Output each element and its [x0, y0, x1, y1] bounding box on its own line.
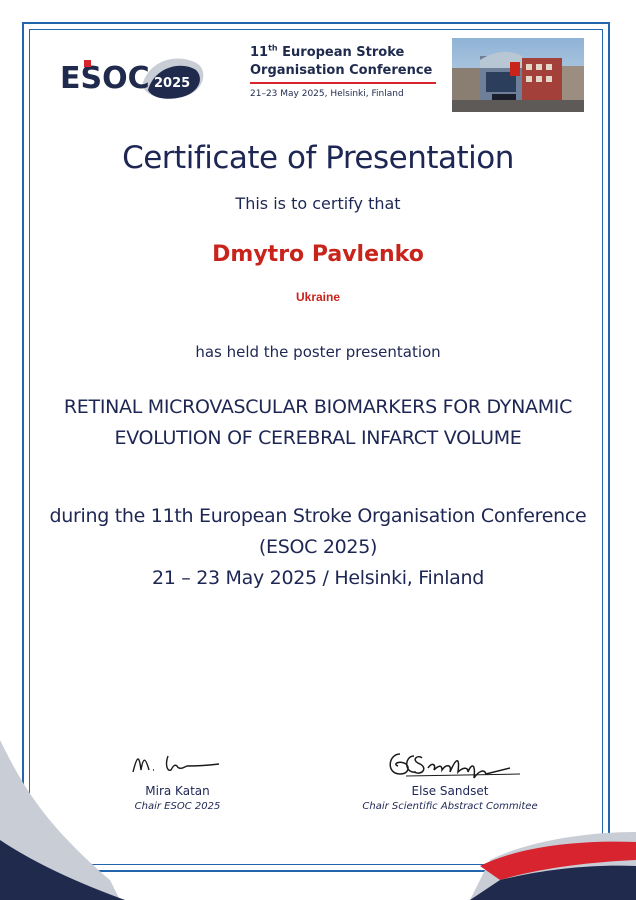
conference-statement-line1: during the 11th European Stroke Organisa… — [49, 505, 587, 527]
certificate-title: Certificate of Presentation — [122, 140, 514, 176]
esoc-logo-badge: 2025 — [154, 76, 190, 91]
presentation-title-line2: EVOLUTION OF CEREBRAL INFARCT VOLUME — [114, 427, 522, 449]
conference-divider — [250, 82, 436, 84]
esoc-logo: ESOC 2025 — [60, 58, 204, 99]
decorative-swoosh-right — [470, 832, 636, 900]
recipient-name: Dmytro Pavlenko — [212, 242, 424, 267]
presentation-type-text: has held the poster presentation — [195, 343, 441, 361]
conference-statement-line2: (ESOC 2025) — [258, 536, 378, 558]
decorative-swoosh-left — [0, 740, 125, 900]
signature-else-sandset — [389, 753, 521, 779]
conference-venue-photo — [452, 38, 584, 112]
conference-title-line1: 11th European Stroke — [250, 43, 405, 60]
signatory-role-right: Chair Scientific Abstract Commitee — [362, 801, 538, 812]
conference-statement-line3: 21 – 23 May 2025 / Helsinki, Finland — [151, 567, 485, 589]
presentation-title: RETINAL MICROVASCULAR BIOMARKERS FOR DYN… — [0, 392, 636, 454]
conference-title-line2: Organisation Conference — [250, 63, 433, 78]
esoc-logo-text: ESOC — [60, 61, 150, 96]
presentation-title-line1: RETINAL MICROVASCULAR BIOMARKERS FOR DYN… — [63, 396, 573, 418]
conference-header: 11th European Stroke Organisation Confer… — [250, 44, 445, 99]
signatory-name-right: Else Sandset — [411, 784, 489, 798]
recipient-country: Ukraine — [295, 290, 341, 304]
signature-block-right: Else Sandset Chair Scientific Abstract C… — [350, 742, 550, 812]
conference-dates: 21–23 May 2025, Helsinki, Finland — [250, 89, 404, 99]
conference-statement: during the 11th European Stroke Organisa… — [0, 501, 636, 594]
certify-text: This is to certify that — [235, 194, 401, 213]
